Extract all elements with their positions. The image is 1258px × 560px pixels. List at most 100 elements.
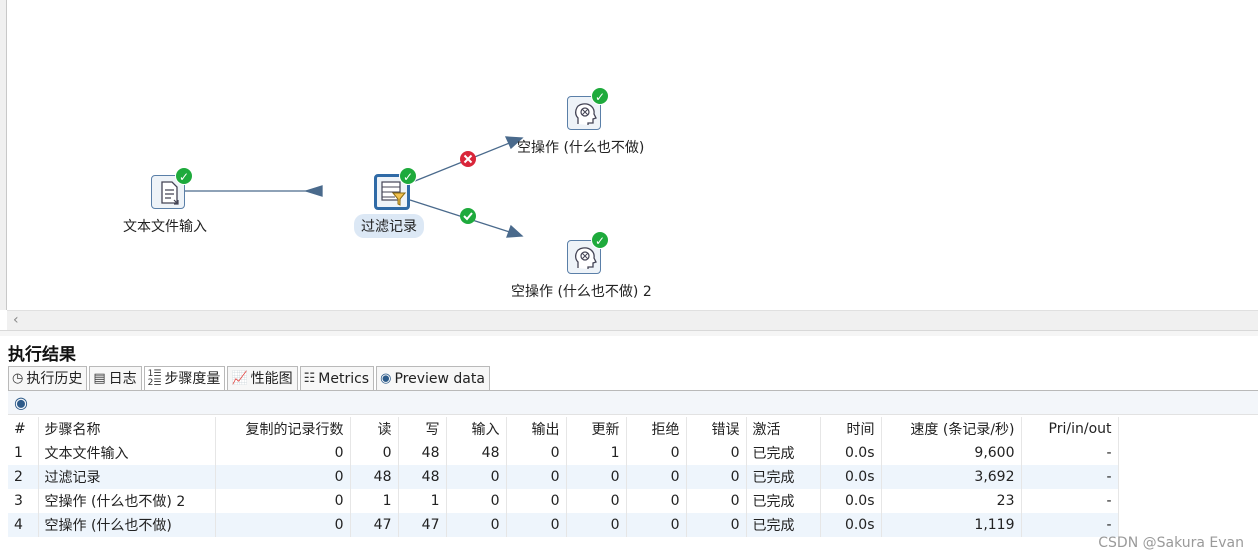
cell-index: 4 [8, 513, 39, 537]
cell-input: 0 [446, 465, 507, 489]
column-header[interactable]: 更新 [566, 417, 627, 441]
watermark: CSDN @Sakura Evan [1098, 535, 1244, 551]
results-title: 执行结果 [8, 345, 76, 365]
cell-input: 48 [446, 441, 507, 465]
cell-input: 0 [446, 489, 507, 513]
column-header[interactable]: 激活 [746, 417, 821, 441]
cell-errors: 0 [686, 465, 747, 489]
table-header-row: # 步骤名称 复制的记录行数 读 写 输入 输出 更新 拒绝 错误 激活 时间 … [8, 417, 1119, 441]
cell-errors: 0 [686, 513, 747, 537]
cell-copy: 0 [215, 513, 351, 537]
column-header[interactable]: 步骤名称 [38, 417, 216, 441]
column-header[interactable]: 输入 [446, 417, 507, 441]
table-row[interactable]: 2 过滤记录 0 48 48 0 0 0 0 0 已完成 0.0s 3,692 … [8, 465, 1119, 489]
cell-rejected: 0 [626, 441, 687, 465]
cell-pri-in-out: - [1021, 489, 1119, 513]
hop-arrow-head [506, 224, 524, 238]
cell-output: 0 [506, 465, 567, 489]
cell-active: 已完成 [746, 441, 821, 465]
cell-output: 0 [506, 441, 567, 465]
step-label: 空操作 (什么也不做) 2 [511, 284, 652, 300]
cell-output: 0 [506, 489, 567, 513]
cell-active: 已完成 [746, 465, 821, 489]
cell-updated: 0 [566, 465, 627, 489]
hop-arrow-head [303, 185, 323, 197]
table-row[interactable]: 4 空操作 (什么也不做) 0 47 47 0 0 0 0 0 已完成 0.0s… [8, 513, 1119, 537]
cell-read: 1 [350, 489, 399, 513]
cell-output: 0 [506, 513, 567, 537]
cell-speed: 3,692 [881, 465, 1022, 489]
status-ok-icon: ✓ [399, 167, 417, 185]
cell-read: 0 [350, 441, 399, 465]
log-icon: ▤ [93, 370, 106, 386]
results-tabs: ◷ 执行历史 ▤ 日志 1☰ 2☰ 步骤度量 📈 性能图 ☷ Metrics ◉ Previe… [8, 366, 492, 390]
cell-read: 48 [350, 465, 399, 489]
cell-input: 0 [446, 513, 507, 537]
eye-icon: ◉ [380, 370, 392, 386]
cell-step-name: 文本文件输入 [38, 441, 216, 465]
tab-log[interactable]: ▤ 日志 [89, 366, 142, 390]
cell-time: 0.0s [820, 465, 882, 489]
hop-false-icon [460, 151, 476, 167]
cell-pri-in-out: - [1021, 465, 1119, 489]
cell-rejected: 0 [626, 489, 687, 513]
panel-divider[interactable] [0, 330, 1258, 336]
view-eye-icon[interactable]: ◉ [14, 393, 28, 412]
step-metrics-table: # 步骤名称 复制的记录行数 读 写 输入 输出 更新 拒绝 错误 激活 时间 … [8, 417, 1119, 537]
cell-speed: 23 [881, 489, 1022, 513]
metrics-toolbar: ◉ [8, 391, 1258, 415]
column-header[interactable]: 写 [398, 417, 447, 441]
cell-errors: 0 [686, 441, 747, 465]
column-header[interactable]: 复制的记录行数 [215, 417, 351, 441]
cell-time: 0.0s [820, 441, 882, 465]
cell-updated: 0 [566, 513, 627, 537]
cell-written: 48 [398, 441, 447, 465]
cell-pri-in-out: - [1021, 513, 1119, 537]
column-header[interactable]: 读 [350, 417, 399, 441]
cell-read: 47 [350, 513, 399, 537]
tab-label: 日志 [108, 370, 137, 387]
cell-written: 48 [398, 465, 447, 489]
scroll-left-icon[interactable]: ‹ [13, 312, 19, 328]
tab-step-metrics[interactable]: 1☰ 2☰ 步骤度量 [143, 366, 226, 390]
cell-copy: 0 [215, 489, 351, 513]
cell-active: 已完成 [746, 513, 821, 537]
column-header[interactable]: 拒绝 [626, 417, 687, 441]
column-header[interactable]: Pri/in/out [1021, 417, 1119, 441]
clock-icon: ◷ [12, 370, 24, 386]
tab-label: Metrics [318, 370, 370, 387]
tab-label: Preview data [394, 370, 485, 387]
tab-label: 步骤度量 [164, 370, 221, 387]
column-header[interactable]: # [8, 417, 39, 441]
column-header[interactable]: 错误 [686, 417, 747, 441]
step-label: 过滤记录 [354, 214, 424, 238]
numbered-list-icon: 1☰ 2☰ [147, 368, 162, 388]
tab-performance-graph[interactable]: 📈 性能图 [227, 366, 298, 390]
cell-rejected: 0 [626, 465, 687, 489]
cell-written: 47 [398, 513, 447, 537]
tab-metrics[interactable]: ☷ Metrics [299, 366, 375, 390]
cell-updated: 0 [566, 489, 627, 513]
horizontal-scrollbar[interactable]: ‹ [7, 310, 1258, 330]
cell-rejected: 0 [626, 513, 687, 537]
line-chart-icon: 📈 [231, 370, 248, 386]
column-header[interactable]: 输出 [506, 417, 567, 441]
column-header[interactable]: 速度 (条记录/秒) [881, 417, 1022, 441]
tab-label: 性能图 [250, 370, 293, 387]
cell-pri-in-out: - [1021, 441, 1119, 465]
cell-index: 2 [8, 465, 39, 489]
cell-speed: 9,600 [881, 441, 1022, 465]
gantt-icon: ☷ [303, 370, 316, 386]
step-label: 文本文件输入 [123, 219, 207, 235]
table-row[interactable]: 1 文本文件输入 0 0 48 48 0 1 0 0 已完成 0.0s 9,60… [8, 441, 1119, 465]
table-row[interactable]: 3 空操作 (什么也不做) 2 0 1 1 0 0 0 0 0 已完成 0.0s… [8, 489, 1119, 513]
step-label: 空操作 (什么也不做) [517, 140, 645, 156]
cell-time: 0.0s [820, 489, 882, 513]
cell-index: 1 [8, 441, 39, 465]
tab-preview-data[interactable]: ◉ Preview data [376, 366, 490, 390]
column-header[interactable]: 时间 [820, 417, 882, 441]
cell-copy: 0 [215, 441, 351, 465]
cell-index: 3 [8, 489, 39, 513]
tab-history[interactable]: ◷ 执行历史 [8, 366, 88, 390]
cell-written: 1 [398, 489, 447, 513]
